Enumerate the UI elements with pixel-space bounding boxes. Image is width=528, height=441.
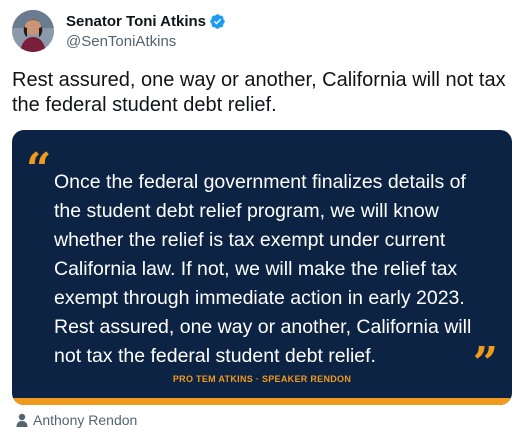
tagged-people[interactable]: Anthony Rendon xyxy=(16,412,137,428)
verified-badge-icon xyxy=(209,13,226,30)
author-display-name[interactable]: Senator Toni Atkins xyxy=(66,13,206,30)
tweet-text: Rest assured, one way or another, Califo… xyxy=(12,69,506,116)
author-handle[interactable]: @SenToniAtkins xyxy=(66,33,226,50)
tweet-header: Senator Toni Atkins @SenToniAtkins xyxy=(12,10,516,54)
open-quote-icon: “ xyxy=(26,144,52,195)
tweet-media-quote-card[interactable]: “ Once the federal government finalizes … xyxy=(12,130,512,405)
person-icon xyxy=(16,413,28,427)
quote-credit: PRO TEM ATKINS · SPEAKER RENDON xyxy=(172,374,352,384)
quote-text: Once the federal government finalizes de… xyxy=(54,171,472,367)
tagged-person-name[interactable]: Anthony Rendon xyxy=(33,412,137,428)
avatar[interactable] xyxy=(12,10,54,52)
avatar-icon xyxy=(12,10,54,52)
author-names: Senator Toni Atkins @SenToniAtkins xyxy=(66,11,226,50)
media-accent-bar xyxy=(12,398,512,405)
